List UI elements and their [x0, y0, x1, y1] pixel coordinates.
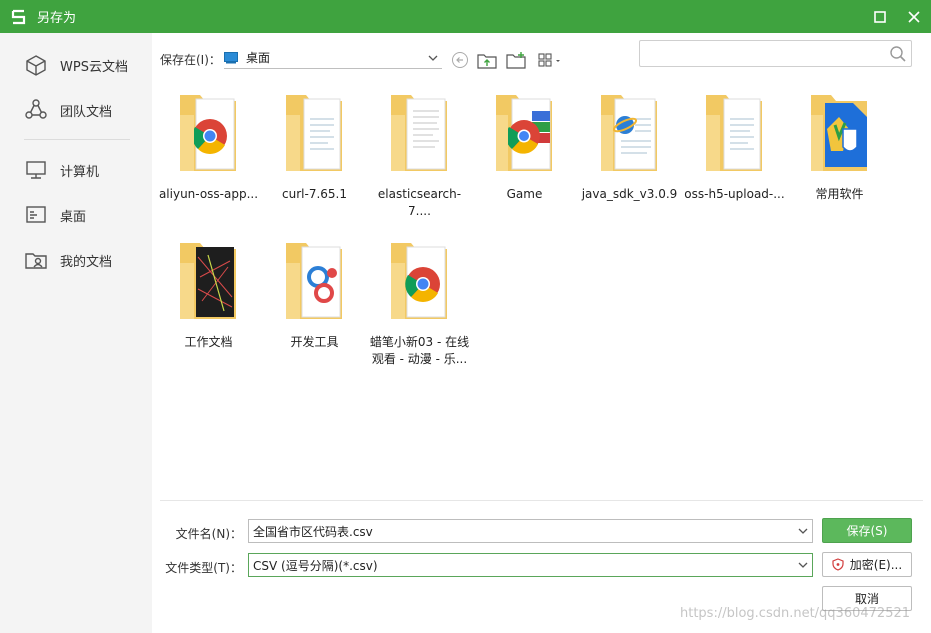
- computer-icon: [26, 161, 46, 179]
- folder-documents-icon: [286, 95, 342, 171]
- chevron-down-icon[interactable]: [798, 528, 808, 534]
- save-button-label: 保存(S): [846, 524, 888, 538]
- folder-chrome-winrar-icon: [496, 95, 552, 171]
- sidebar-item-label: WPS云文档: [60, 59, 128, 75]
- save-button[interactable]: 保存(S): [822, 518, 912, 543]
- folder-up-icon: [477, 54, 497, 69]
- file-grid: aliyun-oss-app... curl-7.65.1 elasticsea…: [152, 89, 931, 499]
- folder-chrome-icon: [180, 95, 236, 171]
- encrypt-button[interactable]: 加密(E)...: [822, 552, 912, 577]
- folder-documents-icon: [706, 95, 762, 171]
- filename-field[interactable]: 全国省市区代码表.csv: [248, 519, 813, 543]
- back-button[interactable]: [449, 49, 471, 71]
- cancel-button-label: 取消: [854, 592, 879, 606]
- grid-view-icon: [538, 53, 560, 67]
- file-name: aliyun-oss-app...: [158, 187, 259, 201]
- sidebar-item-computer[interactable]: 计算机: [24, 158, 99, 182]
- sidebar-item-label: 团队文档: [60, 104, 113, 120]
- file-name: elasticsearch-7....: [377, 187, 462, 218]
- folder-item[interactable]: 工作文档: [156, 237, 261, 377]
- folder-item[interactable]: Game: [472, 89, 577, 229]
- folder-item[interactable]: 常用软件: [787, 89, 892, 229]
- sidebar-item-my-documents[interactable]: 我的文档: [24, 248, 112, 272]
- team-icon: [25, 99, 47, 119]
- filetype-label: 文件类型(T)：: [165, 561, 242, 575]
- main-pane: 保存在(I)： 桌面 aliyun-oss-app... curl-7.65.1…: [152, 33, 931, 633]
- divider: [160, 500, 923, 501]
- folder-item[interactable]: 蜡笔小新03 - 在线观看 - 动漫 - 乐...: [367, 237, 472, 377]
- close-icon: [908, 10, 920, 23]
- sidebar-item-desktop[interactable]: 桌面: [24, 203, 86, 227]
- search-icon[interactable]: [889, 45, 907, 63]
- file-name: 常用软件: [815, 187, 864, 201]
- folder-item[interactable]: oss-h5-upload-...: [682, 89, 787, 229]
- filetype-select[interactable]: CSV (逗号分隔)(*.csv): [248, 553, 813, 577]
- up-folder-button[interactable]: [476, 49, 498, 71]
- window-title: 另存为: [37, 11, 77, 26]
- file-name: 开发工具: [290, 335, 339, 349]
- shield-lock-icon: [832, 558, 844, 571]
- desktop-folder-icon: [224, 51, 238, 63]
- sidebar-item-label: 计算机: [60, 164, 100, 180]
- file-name: oss-h5-upload-...: [684, 187, 785, 201]
- file-name: java_sdk_v3.0.9: [581, 187, 678, 201]
- folder-ie-icon: [601, 95, 657, 171]
- watermark: https://blog.csdn.net/qq360472521: [680, 606, 911, 621]
- my-documents-icon: [25, 253, 47, 269]
- chevron-down-icon[interactable]: [798, 562, 808, 568]
- folder-item[interactable]: aliyun-oss-app...: [156, 89, 261, 229]
- close-button[interactable]: [897, 0, 931, 33]
- new-folder-icon: [506, 52, 526, 69]
- location-select[interactable]: 桌面: [224, 47, 442, 69]
- sidebar-item-label: 桌面: [60, 209, 87, 225]
- file-name: curl-7.65.1: [282, 187, 347, 201]
- save-in-label: 保存在(I)：: [160, 53, 221, 67]
- chevron-down-icon: [428, 55, 438, 61]
- folder-dark-icon: [180, 243, 236, 319]
- folder-documents-icon: [391, 95, 447, 171]
- view-mode-button[interactable]: [536, 49, 566, 71]
- new-folder-button[interactable]: [505, 49, 527, 71]
- sidebar-item-label: 我的文档: [60, 254, 113, 270]
- back-arrow-icon: [452, 52, 468, 68]
- folder-apps-icon: [286, 243, 342, 319]
- sidebar-item-team-docs[interactable]: 团队文档: [24, 98, 112, 122]
- sidebar-divider: [24, 139, 130, 140]
- folder-item[interactable]: 开发工具: [262, 237, 367, 377]
- location-value: 桌面: [246, 51, 271, 65]
- title-bar: 另存为: [0, 0, 931, 33]
- sidebar: WPS云文档 团队文档 计算机 桌面 我的文档: [0, 33, 152, 633]
- desktop-icon: [26, 206, 46, 223]
- encrypt-button-label: 加密(E)...: [849, 558, 903, 572]
- folder-item[interactable]: elasticsearch-7....: [367, 89, 472, 229]
- wps-logo-icon: [11, 9, 26, 24]
- sidebar-item-wps-cloud[interactable]: WPS云文档: [24, 53, 128, 77]
- folder-item[interactable]: curl-7.65.1: [262, 89, 367, 229]
- toolbar: 保存在(I)： 桌面: [152, 33, 931, 83]
- filename-value: 全国省市区代码表.csv: [253, 524, 373, 539]
- folder-chrome-icon: [391, 243, 447, 319]
- filename-label: 文件名(N)：: [175, 527, 242, 541]
- search-input[interactable]: [640, 41, 880, 66]
- folder-software-icon: [811, 95, 867, 171]
- maximize-icon: [874, 10, 886, 23]
- cube-icon: [26, 55, 46, 76]
- search-box[interactable]: [639, 40, 912, 67]
- maximize-button[interactable]: [863, 0, 897, 33]
- folder-item[interactable]: java_sdk_v3.0.9: [577, 89, 682, 229]
- file-name: 蜡笔小新03 - 在线观看 - 动漫 - 乐...: [369, 335, 470, 366]
- file-name: Game: [506, 187, 543, 201]
- file-name: 工作文档: [184, 335, 233, 349]
- filetype-value: CSV (逗号分隔)(*.csv): [253, 558, 378, 573]
